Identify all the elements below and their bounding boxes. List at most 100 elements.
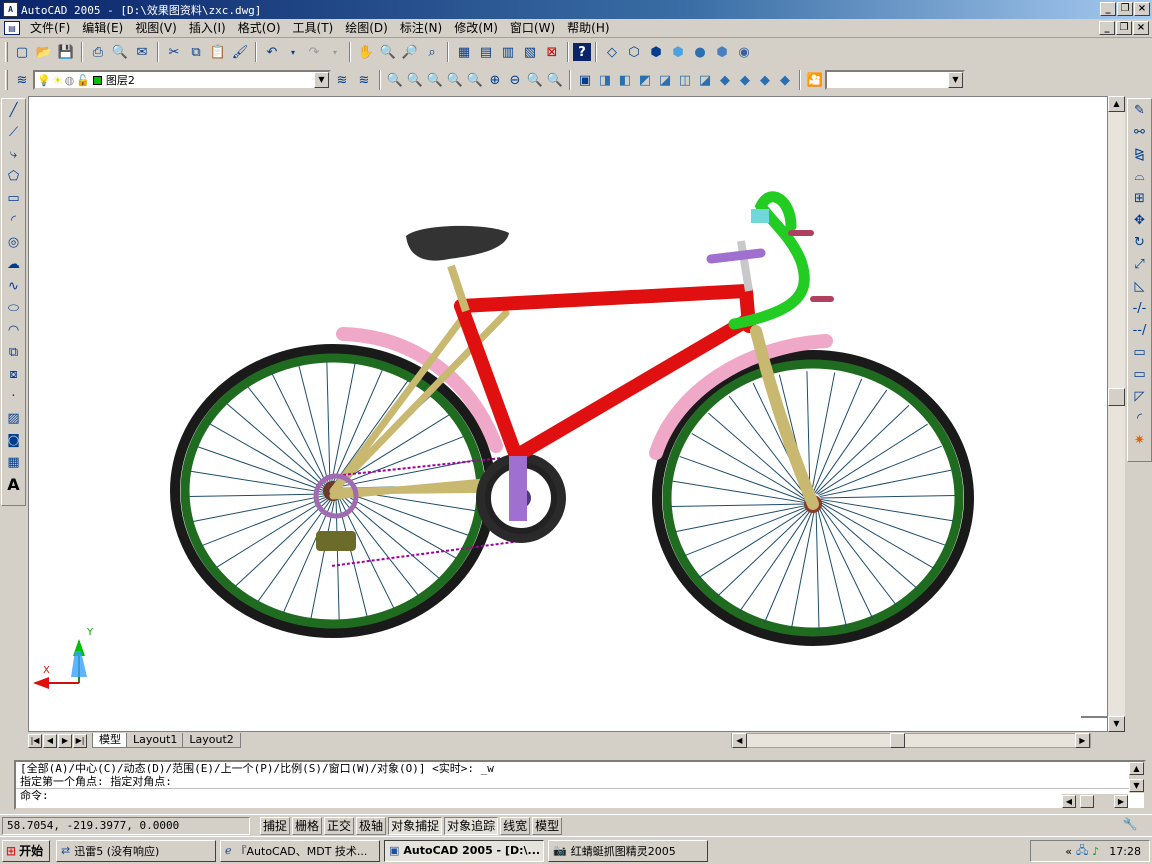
horizontal-scrollbar[interactable]: ◀ ▶ [730, 733, 1091, 748]
task-item-1[interactable]: ℯ 『AutoCAD、MDT 技术... [220, 839, 380, 862]
scroll-down-button[interactable]: ▼ [1108, 716, 1125, 732]
named-views-icon[interactable]: ▣ [575, 69, 595, 91]
insert-block-icon[interactable]: ⧉ [3, 341, 25, 363]
polyline-icon[interactable]: ⤷ [3, 143, 25, 165]
redo-dropdown-icon[interactable]: ▾ [325, 41, 345, 63]
doc-minimize-button[interactable]: _ [1099, 21, 1115, 35]
layer-previous-icon[interactable]: ≋ [353, 69, 375, 91]
prev-tab-button[interactable]: ◀ [43, 733, 57, 748]
vertical-scroll-thumb[interactable] [1108, 388, 1125, 406]
minimize-button[interactable]: _ [1100, 2, 1116, 16]
vertical-scrollbar[interactable]: ▲ ▼ [1108, 96, 1125, 732]
start-button[interactable]: ⊞ 开始 [2, 839, 50, 862]
scroll-up-button[interactable]: ▲ [1108, 96, 1125, 112]
ne-iso-icon[interactable]: ◆ [755, 69, 775, 91]
zoom-previous-icon[interactable]: ⌕ [421, 41, 443, 63]
markup-icon[interactable]: ⊠ [541, 41, 563, 63]
hidden-icon[interactable]: ⬢ [645, 41, 667, 63]
menu-item-0[interactable]: 文件(F) [24, 19, 76, 38]
zoom-all-icon[interactable]: 🔍 [525, 69, 545, 91]
stretch-icon[interactable]: ◺ [1129, 275, 1151, 297]
tab-layout1[interactable]: Layout1 [126, 733, 185, 748]
command-scroll-up[interactable]: ▲ [1129, 762, 1144, 775]
tray-expand-icon[interactable]: « [1065, 845, 1072, 858]
command-hscrollbar[interactable]: ◀ ▶ [1062, 794, 1128, 808]
task-item-3[interactable]: 📷 红蜻蜓抓图精灵2005 [548, 839, 708, 862]
copy-icon[interactable]: ⧉ [185, 41, 207, 63]
arc-icon[interactable]: ◜ [3, 209, 25, 231]
status-toggle-0[interactable]: 捕捉 [260, 816, 291, 835]
cut-icon[interactable]: ✂ [163, 41, 185, 63]
design-center-icon[interactable]: ▤ [475, 41, 497, 63]
close-button[interactable]: × [1134, 2, 1150, 16]
break-icon[interactable]: ▭ [1129, 363, 1151, 385]
layer-manager-icon[interactable]: ≋ [11, 69, 33, 91]
region-icon[interactable]: ◙ [3, 429, 25, 451]
tab-model[interactable]: 模型 [92, 733, 128, 748]
status-toggle-5[interactable]: 对象追踪 [444, 816, 499, 835]
properties-icon[interactable]: ▦ [453, 41, 475, 63]
fillet-icon[interactable]: ◜ [1129, 407, 1151, 429]
task-item-0[interactable]: ⇄ 迅雷5 (没有响应) [56, 839, 216, 862]
explode-icon[interactable]: ✷ [1129, 429, 1151, 451]
hatch-icon[interactable]: ▨ [3, 407, 25, 429]
command-scroll-left[interactable]: ◀ [1062, 794, 1076, 808]
next-tab-button[interactable]: ▶ [58, 733, 72, 748]
menu-item-7[interactable]: 标注(N) [394, 19, 448, 38]
command-prompt[interactable]: 命令: [16, 788, 1144, 802]
revision-cloud-icon[interactable]: ☁ [3, 253, 25, 275]
menu-item-5[interactable]: 工具(T) [287, 19, 340, 38]
status-toggle-7[interactable]: 模型 [532, 816, 563, 835]
move-icon[interactable]: ✥ [1129, 209, 1151, 231]
tab-layout2[interactable]: Layout2 [182, 733, 241, 748]
command-scroll-down[interactable]: ▼ [1129, 779, 1144, 792]
new-file-icon[interactable]: ▢ [11, 41, 33, 63]
ellipse-arc-icon[interactable]: ◠ [3, 319, 25, 341]
back-view-icon[interactable]: ◪ [695, 69, 715, 91]
sw-iso-icon[interactable]: ◆ [715, 69, 735, 91]
doc-restore-button[interactable]: ❐ [1116, 21, 1132, 35]
2d-wireframe-icon[interactable]: ◇ [601, 41, 623, 63]
layer-on-icon[interactable]: 💡 [37, 74, 51, 87]
offset-icon[interactable]: ⌓ [1129, 165, 1151, 187]
zoom-center-icon[interactable]: 🔍 [445, 69, 465, 91]
top-view-icon[interactable]: ◨ [595, 69, 615, 91]
tool-palettes-icon[interactable]: ▥ [497, 41, 519, 63]
polygon-icon[interactable]: ⬠ [3, 165, 25, 187]
help-icon[interactable]: ? [573, 43, 591, 61]
last-tab-button[interactable]: ▶| [73, 733, 87, 748]
extend-icon[interactable]: --/ [1129, 319, 1151, 341]
scale-icon[interactable]: ⤢ [1129, 253, 1151, 275]
scroll-right-button[interactable]: ▶ [1074, 733, 1090, 748]
array-icon[interactable]: ⊞ [1129, 187, 1151, 209]
print-icon[interactable]: ⎙ [87, 41, 109, 63]
mirror-icon[interactable]: ⧎ [1129, 143, 1151, 165]
tray-settings-icon[interactable]: 🔧 [1120, 817, 1140, 835]
undo-dropdown-icon[interactable]: ▾ [283, 41, 303, 63]
make-object-layer-current-icon[interactable]: ≋ [331, 69, 353, 91]
copy-object-icon[interactable]: ⚯ [1129, 121, 1151, 143]
tray-network-icon[interactable]: 🖧 [1076, 842, 1088, 861]
trim-icon[interactable]: -/- [1129, 297, 1151, 319]
zoom-realtime-icon[interactable]: 🔍 [377, 41, 399, 63]
left-view-icon[interactable]: ◩ [635, 69, 655, 91]
layer-lock-icon[interactable]: 🔓 [76, 74, 90, 87]
rotate-icon[interactable]: ↻ [1129, 231, 1151, 253]
menu-item-6[interactable]: 绘图(D) [339, 19, 394, 38]
zoom-extents-icon[interactable]: 🔍 [545, 69, 565, 91]
horizontal-scroll-thumb[interactable] [889, 733, 905, 748]
chamfer-icon[interactable]: ◸ [1129, 385, 1151, 407]
layer-dropdown-arrow[interactable]: ▼ [314, 72, 329, 88]
bottom-view-icon[interactable]: ◧ [615, 69, 635, 91]
command-window[interactable]: [全部(A)/中心(C)/动态(D)/范围(E)/上一个(P)/比例(S)/窗口… [14, 760, 1146, 810]
scroll-left-button[interactable]: ◀ [731, 733, 747, 748]
view-combo[interactable]: ▼ [825, 70, 965, 90]
zoom-dynamic-icon[interactable]: 🔍 [405, 69, 425, 91]
sheet-set-icon[interactable]: ▧ [519, 41, 541, 63]
point-icon[interactable]: · [3, 385, 25, 407]
menu-item-10[interactable]: 帮助(H) [561, 19, 615, 38]
command-scrollbar[interactable]: ▲ ▼ [1129, 762, 1144, 793]
tray-volume-icon[interactable]: ♪ [1092, 845, 1099, 858]
drawing-canvas[interactable]: Y X [28, 96, 1108, 732]
table-icon[interactable]: ▦ [3, 451, 25, 473]
